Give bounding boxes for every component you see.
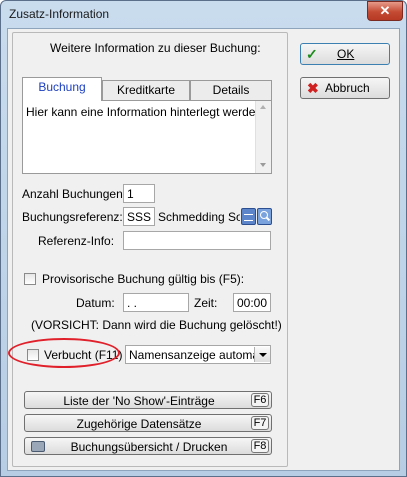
provisorisch-checkbox[interactable] bbox=[24, 273, 36, 285]
cancel-x-icon: ✖ bbox=[307, 80, 319, 96]
referenz-info-label: Referenz-Info: bbox=[38, 234, 115, 248]
no-show-list-label: Liste der 'No Show'-Einträge bbox=[63, 394, 215, 408]
anzahl-label: Anzahl Buchungen: bbox=[22, 187, 127, 201]
buchungsuebersicht-drucken-label: Buchungsübersicht / Drucken bbox=[70, 440, 228, 454]
memo-text: Hier kann eine Information hinterlegt we… bbox=[26, 105, 263, 119]
chevron-down-icon bbox=[259, 353, 267, 357]
dropdown-button[interactable] bbox=[254, 347, 270, 362]
namensanzeige-select[interactable]: Namensanzeige automatis bbox=[125, 345, 271, 364]
title-bar[interactable]: Zusatz-Information bbox=[1, 1, 404, 27]
warning-text: (VORSICHT: Dann wird die Buchung gelösch… bbox=[31, 318, 282, 332]
datum-label: Datum: bbox=[76, 296, 115, 310]
ok-button[interactable]: ✓ OK bbox=[300, 43, 390, 65]
zeit-input[interactable]: 00:00 bbox=[233, 293, 271, 312]
info-memo[interactable]: Hier kann eine Information hinterlegt we… bbox=[22, 100, 272, 174]
table-icon[interactable] bbox=[241, 208, 256, 225]
checkmark-icon: ✓ bbox=[306, 46, 318, 62]
provisorisch-label: Provisorische Buchung gültig bis (F5): bbox=[42, 272, 245, 286]
f7-key-badge: F7 bbox=[251, 416, 269, 430]
referenz-company: Schmedding Soft bbox=[158, 210, 240, 224]
zugehoerige-datensaetze-label: Zugehörige Datensätze bbox=[76, 417, 202, 431]
zeit-label: Zeit: bbox=[194, 296, 218, 310]
namensanzeige-value: Namensanzeige automatis bbox=[129, 348, 271, 362]
tab-buchung[interactable]: Buchung bbox=[22, 77, 102, 101]
buchungsuebersicht-drucken-button[interactable]: Buchungsübersicht / Drucken F8 bbox=[24, 437, 272, 455]
scroll-down-icon[interactable] bbox=[260, 163, 266, 167]
f6-key-badge: F6 bbox=[251, 393, 269, 407]
zugehoerige-datensaetze-button[interactable]: Zugehörige Datensätze F7 bbox=[24, 414, 272, 432]
tab-details[interactable]: Details bbox=[190, 80, 272, 100]
close-button[interactable]: ✕ bbox=[367, 1, 403, 21]
f8-key-badge: F8 bbox=[251, 439, 269, 453]
printer-icon bbox=[31, 441, 45, 452]
ok-label: OK bbox=[337, 47, 355, 61]
memo-scrollbar[interactable] bbox=[255, 101, 271, 173]
no-show-list-button[interactable]: Liste der 'No Show'-Einträge F6 bbox=[24, 391, 272, 409]
anzahl-input[interactable]: 1 bbox=[123, 184, 155, 203]
header-text: Weitere Information zu dieser Buchung: bbox=[50, 41, 261, 55]
referenz-label: Buchungsreferenz: bbox=[22, 210, 123, 224]
datum-input[interactable]: . . bbox=[123, 293, 189, 312]
scroll-up-icon[interactable] bbox=[260, 105, 266, 109]
abbruch-label: Abbruch bbox=[325, 81, 370, 95]
tab-kreditkarte[interactable]: Kreditkarte bbox=[102, 80, 190, 100]
referenz-input[interactable]: SSS bbox=[123, 207, 155, 226]
search-icon[interactable] bbox=[257, 208, 272, 225]
referenz-info-input[interactable] bbox=[123, 231, 271, 250]
highlight-ellipse bbox=[8, 338, 120, 368]
window-title: Zusatz-Information bbox=[9, 7, 110, 21]
abbruch-button[interactable]: ✖ Abbruch bbox=[300, 77, 390, 99]
